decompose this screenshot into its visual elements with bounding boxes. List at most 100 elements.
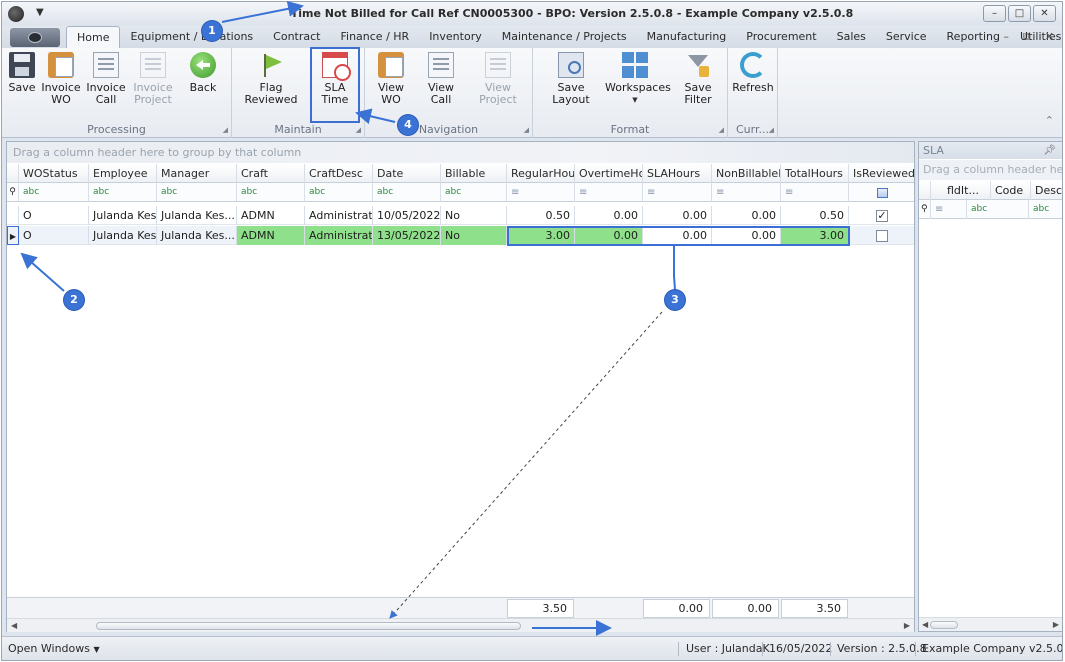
refresh-button[interactable]: Refresh	[732, 52, 774, 94]
group-launcher-icon[interactable]: ◢	[769, 126, 774, 134]
cell-date[interactable]: 10/05/2022	[373, 206, 441, 225]
reviewed-checkbox[interactable]	[876, 230, 888, 242]
filter-text-icon[interactable]: abc	[1029, 200, 1062, 219]
filter-equals-icon[interactable]: ≡	[643, 183, 712, 202]
column-header-wostatus[interactable]: WOStatus	[19, 164, 89, 183]
sla-group-by-panel[interactable]: Drag a column header here to g	[919, 160, 1062, 180]
column-header-overtimehours[interactable]: OvertimeHo...	[575, 164, 643, 183]
filter-text-icon[interactable]: abc	[967, 200, 1029, 219]
sla-column-header[interactable]: Descr	[1031, 181, 1062, 200]
cell-overtimehours[interactable]: 0.00	[575, 206, 643, 225]
ribbon-close-icon[interactable]: ✕	[1045, 30, 1054, 44]
checkbox-filter-icon[interactable]	[876, 188, 888, 198]
row-indicator[interactable]	[7, 206, 19, 225]
scroll-right-icon[interactable]: ▶	[904, 619, 910, 633]
cell-slahours[interactable]: 0.00	[643, 226, 712, 245]
cell-employee[interactable]: Julanda Kes...	[89, 206, 157, 225]
group-launcher-icon[interactable]: ◢	[524, 126, 529, 134]
scroll-left-icon[interactable]: ◀	[11, 619, 17, 633]
view-project-button[interactable]: View Project	[467, 52, 529, 106]
cell-manager[interactable]: Julanda Kes...	[157, 206, 237, 225]
cell-billable[interactable]: No	[441, 206, 507, 225]
tab-finance-hr[interactable]: Finance / HR	[330, 26, 419, 48]
scrollbar-thumb[interactable]	[930, 621, 958, 629]
view-wo-button[interactable]: View WO	[371, 52, 411, 106]
cell-wostatus[interactable]: O	[19, 226, 89, 245]
workspaces-button[interactable]: Workspaces ▼	[605, 52, 671, 106]
cell-craft[interactable]: ADMN	[237, 226, 305, 245]
minimize-button[interactable]: –	[983, 5, 1006, 22]
ribbon-restore-icon[interactable]: ⧉	[1023, 30, 1031, 44]
filter-equals-icon[interactable]: ≡	[507, 183, 575, 202]
close-button[interactable]: ✕	[1033, 5, 1056, 22]
cell-wostatus[interactable]: O	[19, 206, 89, 225]
sla-horizontal-scrollbar[interactable]: ◀ ▶	[919, 617, 1062, 631]
filter-text-icon[interactable]: abc	[237, 183, 305, 202]
tab-inventory[interactable]: Inventory	[419, 26, 492, 48]
invoice-wo-button[interactable]: Invoice WO	[40, 52, 82, 106]
cell-overtimehours[interactable]: 0.00	[575, 226, 643, 245]
cell-craft[interactable]: ADMN	[237, 206, 305, 225]
horizontal-scrollbar[interactable]: ◀ ▶	[7, 618, 914, 632]
tab-home[interactable]: Home	[66, 26, 121, 48]
cell-isreviewed[interactable]	[849, 226, 916, 245]
cell-date[interactable]: 13/05/2022	[373, 226, 441, 245]
cell-employee[interactable]: Julanda Kes...	[89, 226, 157, 245]
cell-nonbillablehours[interactable]: 0.00	[712, 226, 781, 245]
column-header-craft[interactable]: Craft	[237, 164, 305, 183]
tab-contract[interactable]: Contract	[263, 26, 330, 48]
column-header-employee[interactable]: Employee	[89, 164, 157, 183]
tab-manufacturing[interactable]: Manufacturing	[637, 26, 737, 48]
save-filter-button[interactable]: Save Filter	[671, 52, 725, 106]
column-header-slahours[interactable]: SLAHours	[643, 164, 712, 183]
cell-craftdesc[interactable]: Administrati...	[305, 226, 373, 245]
tab-maintenance-projects[interactable]: Maintenance / Projects	[492, 26, 637, 48]
column-header-totalhours[interactable]: TotalHours	[781, 164, 849, 183]
cell-craftdesc[interactable]: Administrati...	[305, 206, 373, 225]
save-button[interactable]: Save	[8, 52, 36, 94]
group-by-panel[interactable]: Drag a column header here to group by th…	[7, 142, 914, 163]
row-indicator-arrow-icon[interactable]: ▶	[7, 226, 19, 245]
column-header-isreviewed[interactable]: IsReviewed	[849, 164, 916, 183]
group-launcher-icon[interactable]: ◢	[223, 126, 228, 134]
filter-text-icon[interactable]: abc	[441, 183, 507, 202]
cell-totalhours[interactable]: 3.00	[781, 226, 849, 245]
filter-equals-icon[interactable]: ≡	[931, 200, 967, 219]
filter-text-icon[interactable]: abc	[157, 183, 237, 202]
filter-equals-icon[interactable]: ≡	[575, 183, 643, 202]
view-call-button[interactable]: View Call	[419, 52, 463, 106]
filter-text-icon[interactable]: abc	[89, 183, 157, 202]
cell-regularhours[interactable]: 3.00	[507, 226, 575, 245]
cell-regularhours[interactable]: 0.50	[507, 206, 575, 225]
tab-reporting[interactable]: Reporting	[937, 26, 1010, 48]
cell-nonbillablehours[interactable]: 0.00	[712, 206, 781, 225]
sla-time-button[interactable]: SLA Time	[310, 47, 360, 123]
tab-equipment-locations[interactable]: Equipment / Locations	[120, 26, 263, 48]
group-launcher-icon[interactable]: ◢	[719, 126, 724, 134]
scroll-right-icon[interactable]: ▶	[1053, 618, 1059, 632]
table-row[interactable]: OJulanda Kes...Julanda Kes...ADMNAdminis…	[7, 206, 916, 225]
reviewed-checkbox[interactable]	[876, 210, 888, 222]
scrollbar-thumb[interactable]	[96, 622, 521, 630]
save-layout-button[interactable]: Save Layout	[541, 52, 601, 106]
filter-equals-icon[interactable]: ≡	[781, 183, 849, 202]
maximize-button[interactable]: □	[1008, 5, 1031, 22]
filter-text-icon[interactable]: abc	[373, 183, 441, 202]
application-menu-button[interactable]	[10, 28, 60, 47]
back-button[interactable]: Back	[186, 52, 220, 94]
sla-column-header[interactable]: fldIt...	[943, 181, 991, 200]
column-header-craftdesc[interactable]: CraftDesc	[305, 164, 373, 183]
cell-billable[interactable]: No	[441, 226, 507, 245]
invoice-call-button[interactable]: Invoice Call	[86, 52, 126, 106]
cell-totalhours[interactable]: 0.50	[781, 206, 849, 225]
open-windows-button[interactable]: Open Windows ▼	[8, 637, 100, 660]
scroll-left-icon[interactable]: ◀	[922, 618, 928, 632]
table-row[interactable]: ▶OJulanda Kes...Julanda Kes...ADMNAdmini…	[7, 226, 916, 245]
pin-icon[interactable]: 📌︎	[1043, 142, 1056, 159]
sla-column-header[interactable]: Code	[991, 181, 1031, 200]
cell-slahours[interactable]: 0.00	[643, 206, 712, 225]
filter-isreviewed[interactable]	[849, 183, 916, 202]
invoice-project-button[interactable]: Invoice Project	[130, 52, 176, 106]
filter-equals-icon[interactable]: ≡	[712, 183, 781, 202]
tab-sales[interactable]: Sales	[827, 26, 876, 48]
